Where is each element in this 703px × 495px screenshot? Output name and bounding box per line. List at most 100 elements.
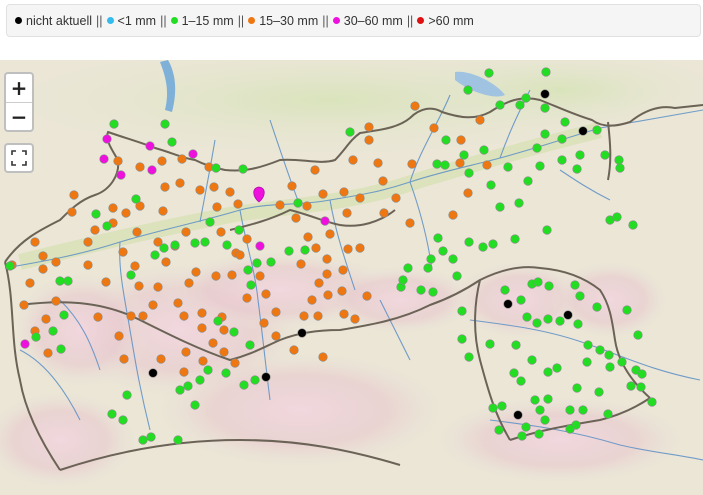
station-marker-green[interactable] bbox=[628, 220, 638, 230]
station-marker-orange[interactable] bbox=[126, 311, 136, 321]
station-marker-green[interactable] bbox=[433, 233, 443, 243]
station-marker-green[interactable] bbox=[266, 257, 276, 267]
station-marker-orange[interactable] bbox=[405, 218, 415, 228]
station-marker-green[interactable] bbox=[440, 160, 450, 170]
station-marker-green[interactable] bbox=[603, 409, 613, 419]
station-marker-green[interactable] bbox=[464, 237, 474, 247]
station-marker-green[interactable] bbox=[510, 234, 520, 244]
station-marker-orange[interactable] bbox=[211, 271, 221, 281]
station-marker-orange[interactable] bbox=[355, 243, 365, 253]
station-marker-orange[interactable] bbox=[38, 251, 48, 261]
station-marker-green[interactable] bbox=[464, 352, 474, 362]
station-marker-green[interactable] bbox=[222, 240, 232, 250]
station-marker-orange[interactable] bbox=[160, 182, 170, 192]
station-marker-green[interactable] bbox=[464, 168, 474, 178]
station-marker-orange[interactable] bbox=[113, 156, 123, 166]
station-marker-orange[interactable] bbox=[287, 181, 297, 191]
station-marker-orange[interactable] bbox=[314, 278, 324, 288]
station-marker-green[interactable] bbox=[102, 221, 112, 231]
station-marker-orange[interactable] bbox=[311, 243, 321, 253]
station-marker-green[interactable] bbox=[532, 143, 542, 153]
station-marker-green[interactable] bbox=[542, 225, 552, 235]
station-marker-green[interactable] bbox=[478, 242, 488, 252]
station-marker-green[interactable] bbox=[146, 432, 156, 442]
station-marker-black[interactable] bbox=[513, 410, 523, 420]
station-marker-orange[interactable] bbox=[350, 314, 360, 324]
station-marker-green[interactable] bbox=[131, 194, 141, 204]
station-marker-green[interactable] bbox=[592, 302, 602, 312]
station-marker-orange[interactable] bbox=[318, 352, 328, 362]
station-marker-orange[interactable] bbox=[348, 155, 358, 165]
station-marker-orange[interactable] bbox=[378, 176, 388, 186]
station-marker-green[interactable] bbox=[488, 403, 498, 413]
station-marker-green[interactable] bbox=[211, 163, 221, 173]
station-marker-green[interactable] bbox=[557, 155, 567, 165]
station-marker-green[interactable] bbox=[170, 240, 180, 250]
station-marker-orange[interactable] bbox=[310, 165, 320, 175]
station-marker-green[interactable] bbox=[570, 280, 580, 290]
station-marker-orange[interactable] bbox=[118, 247, 128, 257]
station-marker-green[interactable] bbox=[160, 119, 170, 129]
station-marker-green[interactable] bbox=[622, 305, 632, 315]
station-marker-green[interactable] bbox=[517, 431, 527, 441]
station-marker-green[interactable] bbox=[159, 243, 169, 253]
station-marker-orange[interactable] bbox=[302, 201, 312, 211]
station-marker-green[interactable] bbox=[250, 375, 260, 385]
station-marker-green[interactable] bbox=[243, 265, 253, 275]
station-marker-orange[interactable] bbox=[179, 367, 189, 377]
station-marker-green[interactable] bbox=[195, 375, 205, 385]
station-marker-orange[interactable] bbox=[173, 298, 183, 308]
station-marker-orange[interactable] bbox=[134, 281, 144, 291]
station-marker-orange[interactable] bbox=[161, 257, 171, 267]
station-marker-orange[interactable] bbox=[219, 347, 229, 357]
station-marker-orange[interactable] bbox=[337, 286, 347, 296]
station-marker-green[interactable] bbox=[345, 127, 355, 137]
station-marker-magenta[interactable] bbox=[188, 149, 198, 159]
station-marker-green[interactable] bbox=[534, 429, 544, 439]
station-marker-orange[interactable] bbox=[108, 203, 118, 213]
station-marker-orange[interactable] bbox=[379, 208, 389, 218]
station-marker-green[interactable] bbox=[432, 159, 442, 169]
station-marker-green[interactable] bbox=[175, 385, 185, 395]
station-marker-green[interactable] bbox=[416, 285, 426, 295]
station-marker-green[interactable] bbox=[31, 332, 41, 342]
station-marker-black[interactable] bbox=[540, 89, 550, 99]
station-marker-green[interactable] bbox=[138, 435, 148, 445]
station-marker-green[interactable] bbox=[543, 314, 553, 324]
station-marker-orange[interactable] bbox=[407, 159, 417, 169]
station-marker-orange[interactable] bbox=[51, 296, 61, 306]
station-marker-orange[interactable] bbox=[191, 267, 201, 277]
station-marker-green[interactable] bbox=[543, 367, 553, 377]
station-marker-green[interactable] bbox=[523, 176, 533, 186]
station-marker-green[interactable] bbox=[605, 362, 615, 372]
station-marker-green[interactable] bbox=[516, 295, 526, 305]
station-marker-orange[interactable] bbox=[179, 311, 189, 321]
station-marker-green[interactable] bbox=[488, 239, 498, 249]
station-marker-orange[interactable] bbox=[291, 213, 301, 223]
station-marker-green[interactable] bbox=[441, 135, 451, 145]
station-marker-magenta[interactable] bbox=[320, 216, 330, 226]
station-marker-green[interactable] bbox=[612, 212, 622, 222]
station-marker-green[interactable] bbox=[572, 164, 582, 174]
station-marker-orange[interactable] bbox=[156, 354, 166, 364]
station-marker-green[interactable] bbox=[495, 202, 505, 212]
station-marker-orange[interactable] bbox=[339, 309, 349, 319]
station-marker-orange[interactable] bbox=[197, 308, 207, 318]
station-marker-green[interactable] bbox=[565, 424, 575, 434]
station-marker-orange[interactable] bbox=[475, 115, 485, 125]
station-marker-orange[interactable] bbox=[307, 295, 317, 305]
station-marker-green[interactable] bbox=[555, 316, 565, 326]
station-marker-green[interactable] bbox=[205, 217, 215, 227]
station-marker-green[interactable] bbox=[398, 275, 408, 285]
station-marker-orange[interactable] bbox=[19, 300, 29, 310]
station-marker-green[interactable] bbox=[647, 397, 657, 407]
station-marker-green[interactable] bbox=[252, 258, 262, 268]
station-marker-orange[interactable] bbox=[212, 202, 222, 212]
station-marker-green[interactable] bbox=[122, 390, 132, 400]
station-marker-green[interactable] bbox=[530, 395, 540, 405]
station-marker-orange[interactable] bbox=[101, 277, 111, 287]
station-marker-orange[interactable] bbox=[296, 259, 306, 269]
station-marker-black[interactable] bbox=[503, 299, 513, 309]
station-marker-green[interactable] bbox=[238, 164, 248, 174]
station-marker-green[interactable] bbox=[485, 339, 495, 349]
